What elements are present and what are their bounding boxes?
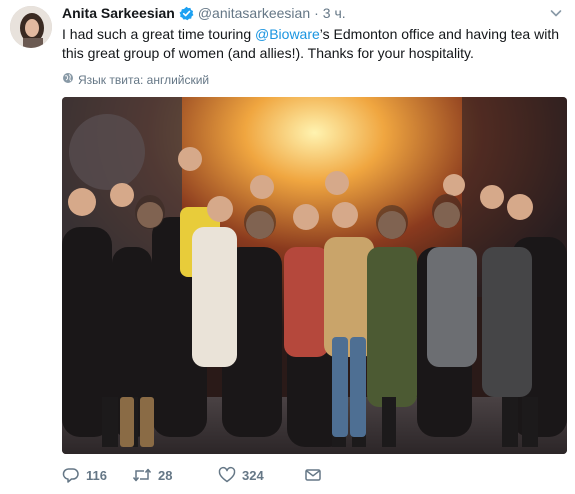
avatar[interactable] bbox=[10, 6, 52, 48]
user-handle[interactable]: @anitasarkeesian bbox=[198, 4, 310, 23]
reply-count: 116 bbox=[86, 467, 107, 483]
tweet-content: Anita Sarkeesian @anitasarkeesian · 3 ч.… bbox=[62, 4, 567, 87]
like-count: 324 bbox=[242, 467, 264, 483]
avatar-image bbox=[10, 6, 52, 48]
chevron-down-icon[interactable] bbox=[549, 6, 563, 20]
reply-button[interactable]: 116 bbox=[62, 466, 132, 484]
tweet-photo[interactable] bbox=[62, 97, 567, 454]
translate-label: Язык твита: английский bbox=[78, 72, 210, 87]
reply-icon bbox=[62, 466, 80, 484]
verified-badge-icon bbox=[179, 6, 194, 21]
tweet-language-note[interactable]: Язык твита: английский bbox=[62, 72, 567, 87]
tweet-card: Anita Sarkeesian @anitasarkeesian · 3 ч.… bbox=[0, 0, 575, 494]
retweet-button[interactable]: 28 bbox=[132, 466, 218, 484]
mention-link[interactable]: @Bioware bbox=[255, 26, 320, 42]
direct-message-button[interactable] bbox=[304, 466, 334, 484]
globe-icon bbox=[62, 72, 74, 87]
display-name[interactable]: Anita Sarkeesian bbox=[62, 4, 175, 23]
envelope-icon bbox=[304, 466, 322, 484]
group-photo-image bbox=[62, 97, 567, 454]
retweet-icon bbox=[132, 466, 152, 484]
heart-icon bbox=[218, 466, 236, 484]
retweet-count: 28 bbox=[158, 467, 173, 483]
like-button[interactable]: 324 bbox=[218, 466, 304, 484]
tweet-header: Anita Sarkeesian @anitasarkeesian · 3 ч. bbox=[62, 4, 567, 23]
tweet-timestamp[interactable]: 3 ч. bbox=[323, 4, 346, 23]
tweet-text-start: I had such a great time touring bbox=[62, 26, 255, 42]
tweet-text: I had such a great time touring @Bioware… bbox=[62, 25, 562, 63]
separator-dot: · bbox=[314, 5, 319, 21]
tweet-actions: 116 28 324 bbox=[62, 466, 334, 484]
